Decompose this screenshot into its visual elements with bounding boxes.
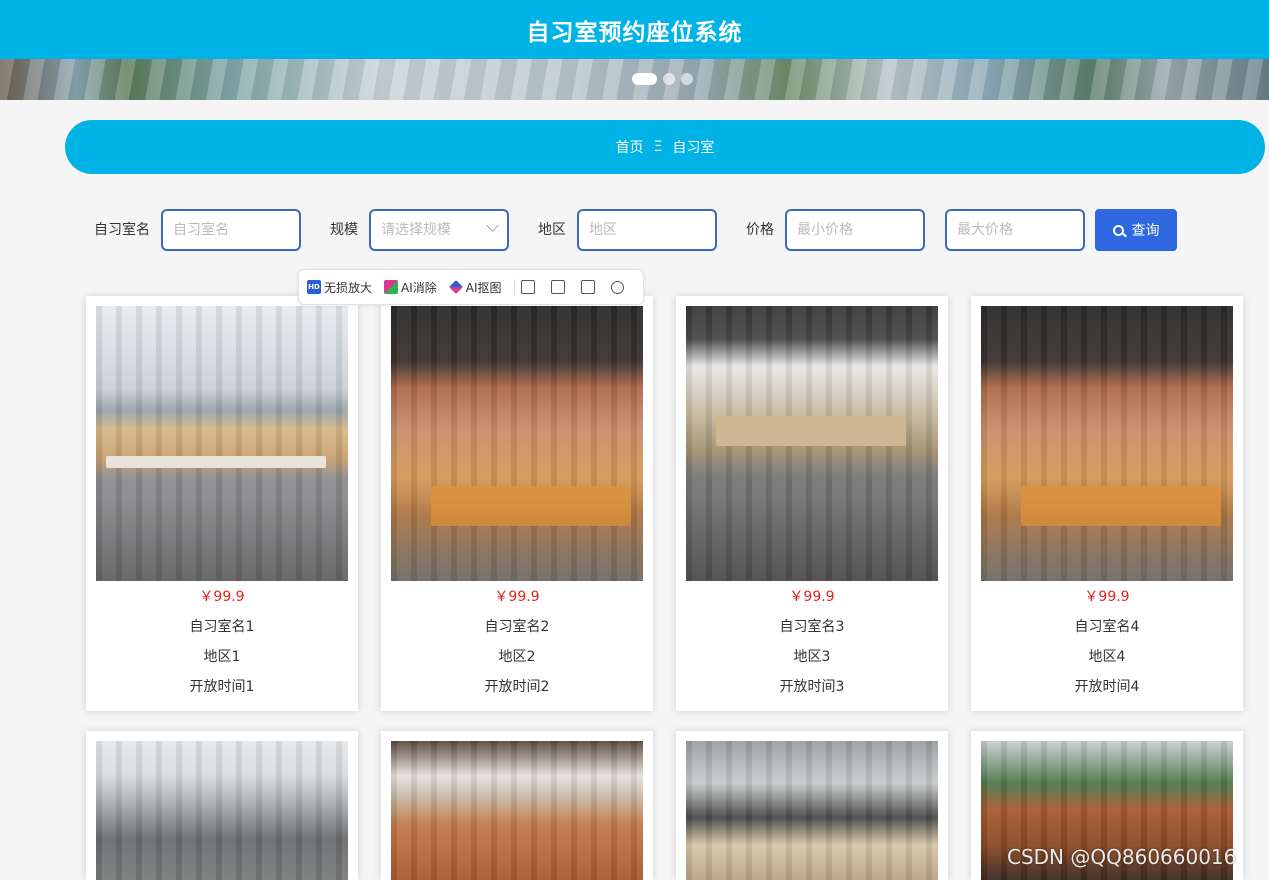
wand-icon <box>448 280 463 294</box>
image-texture <box>96 741 348 880</box>
room-open-time: 开放时间3 <box>779 679 845 695</box>
max-price-field[interactable] <box>945 209 1085 251</box>
breadcrumb-current: 自习室 <box>672 140 715 156</box>
room-card-5[interactable] <box>86 731 358 880</box>
edit-image-icon[interactable] <box>520 280 535 294</box>
room-region: 地区3 <box>793 649 831 665</box>
room-image-4[interactable] <box>981 306 1233 581</box>
crop-icon[interactable] <box>550 280 565 294</box>
download-icon[interactable] <box>580 280 595 294</box>
ai-cutout-label: AI抠图 <box>465 280 502 295</box>
room-region: 地区4 <box>1088 649 1126 665</box>
breadcrumb-home[interactable]: 首页 <box>616 137 644 157</box>
room-name: 自习室名3 <box>779 619 845 635</box>
room-image-6[interactable] <box>391 741 643 880</box>
ai-erase-label: AI消除 <box>401 280 437 295</box>
room-price: ￥99.9 <box>1084 589 1130 605</box>
name-field[interactable] <box>161 209 301 251</box>
room-name: 自习室名4 <box>1074 619 1140 635</box>
search-icon <box>1112 224 1124 236</box>
name-input[interactable] <box>173 211 289 249</box>
carousel-indicators <box>632 73 693 85</box>
room-open-time: 开放时间4 <box>1074 679 1140 695</box>
carousel-dot-2[interactable] <box>663 73 675 85</box>
breadcrumb: 首页 Ξ 自习室 <box>65 120 1265 174</box>
room-card-1[interactable]: ￥99.9 自习室名1 地区1 开放时间1 <box>86 296 358 711</box>
query-button-label: 查询 <box>1131 223 1160 239</box>
image-texture <box>686 741 938 880</box>
region-field[interactable] <box>577 209 717 251</box>
room-name: 自习室名1 <box>189 619 255 635</box>
room-open-time: 开放时间2 <box>484 679 550 695</box>
carousel-dot-3[interactable] <box>681 73 693 85</box>
region-input[interactable] <box>589 211 705 249</box>
scale-select[interactable]: 请选择规模 <box>369 209 509 251</box>
breadcrumb-separator: Ξ <box>653 139 663 155</box>
room-image-1[interactable] <box>96 306 348 581</box>
floor-shade <box>391 498 643 581</box>
ai-erase-button[interactable]: AI消除 <box>384 279 437 296</box>
room-region: 地区1 <box>203 649 241 665</box>
room-card-4[interactable]: ￥99.9 自习室名4 地区4 开放时间4 <box>971 296 1243 711</box>
room-open-time: 开放时间1 <box>189 679 255 695</box>
image-tool-overlay: HD 无损放大 AI消除 AI抠图 <box>298 269 644 305</box>
toolbar-divider <box>513 279 515 295</box>
room-region: 地区2 <box>498 649 536 665</box>
min-price-input[interactable] <box>797 211 913 249</box>
csdn-watermark: CSDN @QQ860660016 <box>1007 845 1237 869</box>
min-price-field[interactable] <box>785 209 925 251</box>
banner-carousel[interactable] <box>0 59 1269 100</box>
floor-shade <box>686 498 938 581</box>
region-label: 地区 <box>538 222 566 238</box>
image-texture <box>391 741 643 880</box>
eraser-icon <box>384 280 399 294</box>
lossless-zoom-button[interactable]: HD 无损放大 <box>307 279 372 296</box>
room-image-2[interactable] <box>391 306 643 581</box>
room-card-7[interactable] <box>676 731 948 880</box>
max-price-input[interactable] <box>957 211 1073 249</box>
chevron-down-icon <box>486 219 499 232</box>
room-price: ￥99.9 <box>789 589 835 605</box>
lossless-zoom-label: 无损放大 <box>324 280 373 295</box>
room-name: 自习室名2 <box>484 619 550 635</box>
price-label: 价格 <box>746 222 774 238</box>
room-image-7[interactable] <box>686 741 938 880</box>
name-label: 自习室名 <box>94 222 150 238</box>
floor-shade <box>981 498 1233 581</box>
query-button[interactable]: 查询 <box>1095 209 1177 251</box>
top-header: 自习室预约座位系统 <box>0 0 1269 59</box>
room-price: ￥99.9 <box>494 589 540 605</box>
room-card-6[interactable] <box>381 731 653 880</box>
carousel-dot-1[interactable] <box>632 73 657 85</box>
desk-shape <box>106 456 326 468</box>
settings-icon[interactable] <box>610 280 624 294</box>
ai-cutout-button[interactable]: AI抠图 <box>448 279 502 296</box>
floor-shade <box>96 498 348 581</box>
room-price: ￥99.9 <box>199 589 245 605</box>
scale-placeholder: 请选择规模 <box>381 222 451 238</box>
room-card-2[interactable]: ￥99.9 自习室名2 地区2 开放时间2 <box>381 296 653 711</box>
site-title: 自习室预约座位系统 <box>526 19 743 46</box>
room-image-3[interactable] <box>686 306 938 581</box>
hd-icon: HD <box>307 280 321 294</box>
desk-shape <box>716 416 906 446</box>
scale-label: 规模 <box>330 222 358 238</box>
room-image-5[interactable] <box>96 741 348 880</box>
room-card-3[interactable]: ￥99.9 自习室名3 地区3 开放时间3 <box>676 296 948 711</box>
